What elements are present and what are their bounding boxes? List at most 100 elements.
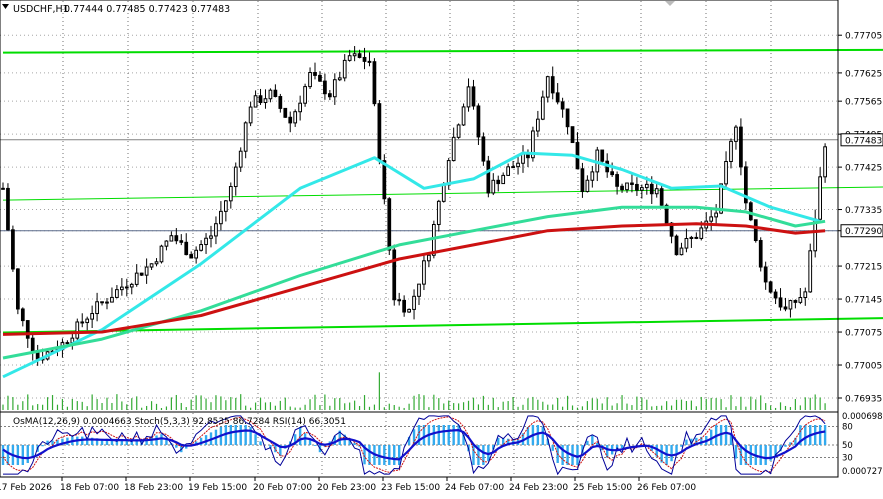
candle[interactable] <box>823 143 827 183</box>
candle[interactable] <box>758 237 763 272</box>
candle-body <box>15 268 20 310</box>
candle-body <box>164 240 169 247</box>
candle[interactable] <box>570 126 575 144</box>
indicator-tick-label: 0.000698 <box>842 412 883 422</box>
candle-body <box>174 235 179 242</box>
candle[interactable] <box>407 308 411 313</box>
candle-body <box>550 76 555 94</box>
candle-body <box>372 61 377 105</box>
candle-body <box>674 235 679 256</box>
candle-body <box>238 150 243 168</box>
candle-body <box>293 111 298 124</box>
candle[interactable] <box>808 243 813 293</box>
candle-body <box>253 95 258 108</box>
candle[interactable] <box>283 107 288 118</box>
candle-body <box>303 86 307 104</box>
candle[interactable] <box>377 100 382 165</box>
candle-body <box>342 59 347 79</box>
candle-body <box>199 244 203 251</box>
candle-body <box>352 53 357 57</box>
candle-body <box>273 89 278 98</box>
time-tick-label: 17 Feb 2026 <box>0 483 52 493</box>
candle-body <box>649 183 654 195</box>
candle-body <box>570 126 575 144</box>
candle-body <box>560 101 565 110</box>
candle-body <box>555 92 560 103</box>
candle-body <box>362 56 367 62</box>
candle-body <box>139 272 144 276</box>
candle-body <box>402 299 407 313</box>
mt4-chart[interactable]: 0.777050.776250.775650.774950.774250.773… <box>0 0 883 495</box>
candle-body <box>154 261 159 265</box>
candle-body <box>501 174 506 185</box>
candle[interactable] <box>159 244 164 264</box>
indicator-header: OsMA(12,26,9) 0.0004663 Stoch(5,3,3) 92.… <box>13 417 346 427</box>
candle-body <box>620 185 624 191</box>
candle[interactable] <box>753 219 758 243</box>
candle[interactable] <box>674 234 679 256</box>
candle[interactable] <box>531 126 535 162</box>
candle-body <box>694 236 699 239</box>
candle-body <box>580 168 585 193</box>
price-tick-label: 0.77565 <box>845 98 882 108</box>
candle-body <box>793 300 798 303</box>
ohlc-label: 0.77444 0.77485 0.77423 0.77483 <box>64 4 230 15</box>
chart-canvas[interactable]: 0.777050.776250.775650.774950.774250.773… <box>0 0 883 495</box>
candle-body <box>134 272 139 285</box>
candle-body <box>635 183 639 191</box>
candle[interactable] <box>600 149 605 163</box>
candle-body <box>129 283 134 288</box>
candle-body <box>724 161 728 185</box>
candle[interactable] <box>486 155 491 198</box>
candle[interactable] <box>6 183 10 231</box>
candle-body <box>753 219 758 242</box>
candle[interactable] <box>303 83 307 107</box>
candle-body <box>734 126 738 142</box>
candle-body <box>159 245 164 263</box>
candle-body <box>615 174 619 187</box>
indicator-tick-label: 0.000727 <box>842 467 883 477</box>
candle-body <box>783 306 788 310</box>
price-tick-label: 0.77335 <box>845 206 882 216</box>
price-tick-label: 0.76935 <box>845 395 882 405</box>
candle[interactable] <box>11 225 15 272</box>
candle[interactable] <box>739 118 743 176</box>
time-tick-label: 24 Feb 07:00 <box>445 483 504 493</box>
candle-body <box>654 188 659 195</box>
candle-body <box>565 108 570 128</box>
candle-body <box>327 93 332 98</box>
candle-body <box>451 136 456 162</box>
candle-body <box>209 235 213 239</box>
indicator-tick-label: 30 <box>842 453 853 463</box>
candle-body <box>258 95 263 104</box>
candle[interactable] <box>139 272 144 277</box>
candle-body <box>491 179 496 194</box>
candle-body <box>80 321 85 324</box>
candle[interactable] <box>15 268 20 315</box>
candle[interactable] <box>659 186 664 208</box>
candle[interactable] <box>481 132 486 166</box>
candle-body <box>119 286 124 291</box>
candle-body <box>659 188 664 206</box>
candle[interactable] <box>748 201 753 222</box>
candle[interactable] <box>768 280 773 294</box>
candle[interactable] <box>372 58 377 107</box>
candle-body <box>169 235 174 242</box>
candle-body <box>318 74 322 82</box>
candle[interactable] <box>392 244 397 306</box>
candle-body <box>540 96 545 120</box>
time-tick-label: 19 Feb 15:00 <box>188 483 247 493</box>
candle-body <box>788 300 793 310</box>
candle[interactable] <box>456 123 461 139</box>
candle[interactable] <box>461 103 466 126</box>
candle-body <box>590 171 595 181</box>
candle-body <box>387 198 392 251</box>
current-price-label: 0.77483 <box>845 136 882 146</box>
candle-body <box>689 236 694 240</box>
candle-body <box>189 254 194 259</box>
candle[interactable] <box>743 161 748 210</box>
time-tick-label: 18 Feb 07:00 <box>60 483 119 493</box>
candle-body <box>798 297 803 303</box>
candle-body <box>11 229 15 270</box>
candle-body <box>124 286 129 289</box>
